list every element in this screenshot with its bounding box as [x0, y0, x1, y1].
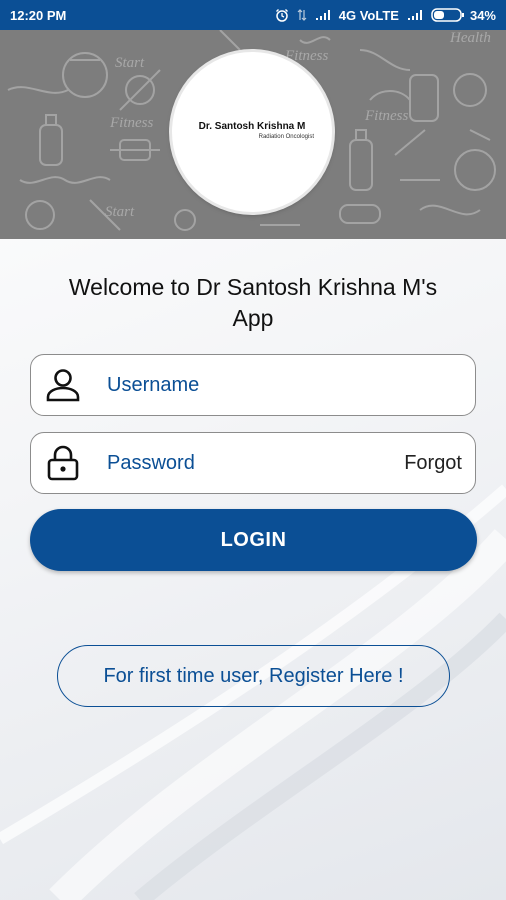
status-time: 12:20 PM	[10, 7, 67, 23]
register-button[interactable]: For first time user, Register Here !	[57, 645, 450, 707]
password-input[interactable]	[107, 451, 405, 475]
battery-level: 34%	[469, 7, 496, 23]
signal-icon	[315, 9, 331, 21]
bg-word-4: Start	[115, 55, 145, 71]
lock-icon	[33, 433, 93, 493]
battery: 34%	[431, 8, 496, 23]
username-input[interactable]	[107, 373, 475, 397]
welcome-line-1: Welcome to Dr Santosh Krishna M's	[68, 274, 438, 300]
header-banner: Fitness Fitness Start Start Health Fitne…	[0, 30, 506, 239]
password-field[interactable]: Forgot	[30, 432, 476, 494]
bg-word-5: Health	[449, 30, 491, 46]
signal-icon	[407, 9, 423, 21]
status-bar: 12:20 PM 4G VoLTE 34%	[0, 0, 506, 30]
doctor-logo: Dr. Santosh Krishna M Radiation Oncologi…	[172, 52, 332, 212]
welcome-heading: Welcome to Dr Santosh Krishna M's App	[30, 272, 476, 334]
bg-word-2: Fitness	[364, 108, 408, 124]
status-icons: 4G VoLTE 34%	[275, 8, 496, 23]
logo-subtitle: Radiation Oncologist	[258, 133, 314, 140]
battery-icon	[431, 8, 465, 22]
network-type: 4G VoLTE	[338, 7, 399, 23]
bg-word-3: Start	[105, 204, 135, 220]
welcome-line-2: App	[232, 305, 274, 331]
alarm-icon	[275, 8, 289, 22]
bg-word-1: Fitness	[109, 115, 153, 131]
username-field[interactable]	[30, 354, 476, 416]
logo-title: Dr. Santosh Krishna M	[198, 120, 306, 132]
login-button[interactable]: LOGIN	[30, 509, 477, 571]
data-transfer-icon	[297, 8, 307, 22]
forgot-password-link[interactable]: Forgot	[404, 452, 462, 475]
user-icon	[33, 355, 93, 415]
